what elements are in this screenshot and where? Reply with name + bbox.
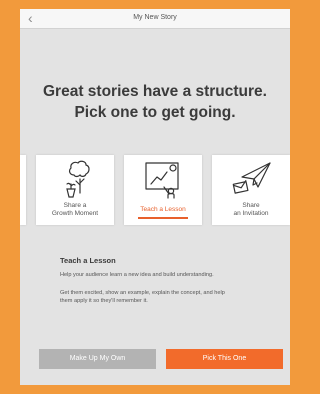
description-title: Teach a Lesson (60, 256, 116, 265)
card-teach-a-lesson[interactable]: Teach a Lesson (124, 155, 202, 225)
card-share-growth-moment[interactable]: Share a Growth Moment (36, 155, 114, 225)
page-title: My New Story (133, 14, 177, 21)
description-paragraph-2-line-1: Get them excited, show an example, expla… (60, 290, 225, 296)
card-label: Teach a Lesson (126, 206, 200, 214)
description-paragraph-2: Get them excited, show an example, expla… (60, 289, 260, 305)
back-chevron-icon[interactable]: ‹ (28, 10, 42, 26)
card-label-line-2: an Invitation (233, 210, 269, 217)
presentation-board-icon (145, 162, 179, 199)
story-structure-carousel[interactable]: Share a Growth Moment Teach a Lesson Sha… (20, 155, 290, 237)
card-label-line-1: Teach a Lesson (140, 206, 186, 213)
card-label: Share a Growth Moment (38, 202, 112, 218)
tree-plant-icon (66, 160, 90, 198)
paper-plane-envelope-icon (232, 162, 271, 194)
card-label-line-1: Share a (63, 202, 87, 209)
previous-card-peek[interactable] (20, 155, 26, 225)
card-label: Share an Invitation (214, 202, 288, 218)
headline-line-1: Great stories have a structure. (43, 83, 267, 100)
selected-indicator (138, 217, 188, 219)
card-label-line-2: Growth Moment (51, 210, 99, 217)
card-share-an-invitation[interactable]: Share an Invitation (212, 155, 290, 225)
app-screen: ‹ My New Story Great stories have a stru… (20, 9, 290, 385)
make-up-my-own-button[interactable]: Make Up My Own (39, 349, 156, 369)
card-label-line-1: Share (242, 202, 260, 209)
description-paragraph-2-line-2: them apply it so they'll remember it. (60, 298, 148, 304)
pick-this-one-button[interactable]: Pick This One (166, 349, 283, 369)
top-bar: ‹ My New Story (20, 9, 290, 29)
description-paragraph-1: Help your audience learn a new idea and … (60, 272, 214, 278)
headline-line-2: Pick one to get going. (74, 104, 236, 121)
headline: Great stories have a structure. Pick one… (20, 81, 290, 123)
